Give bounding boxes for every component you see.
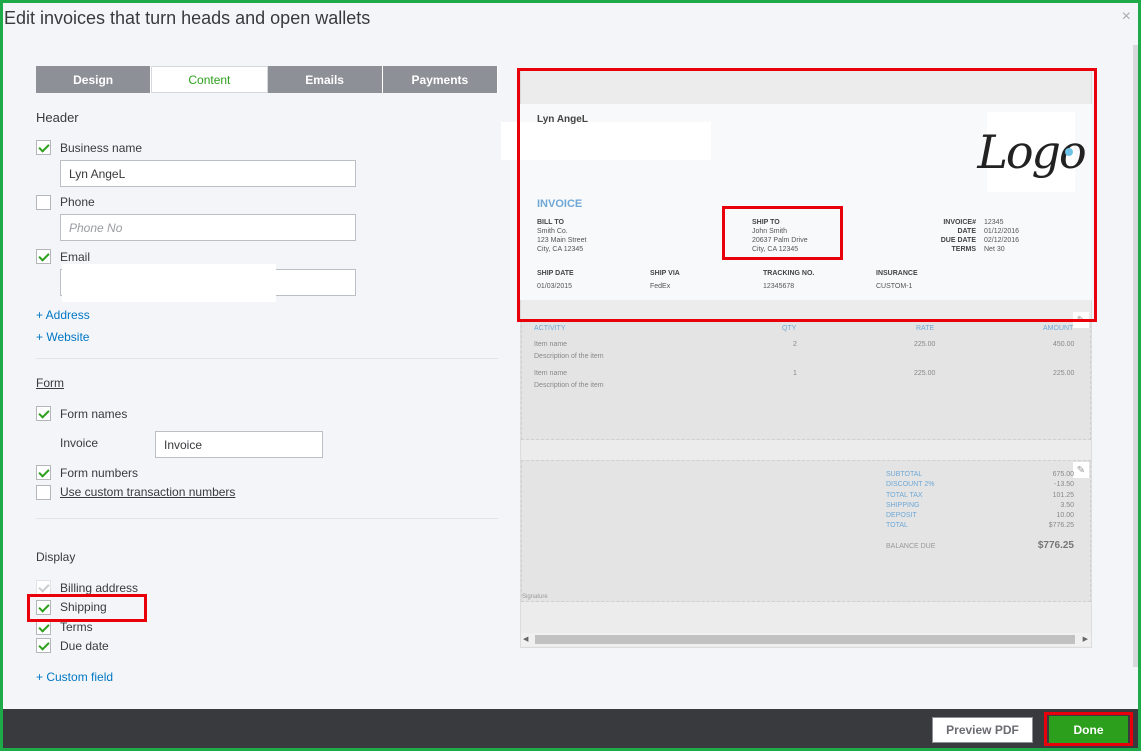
display-section-label: Display bbox=[36, 550, 76, 564]
business-name-checkbox[interactable] bbox=[36, 140, 51, 155]
invoice-label: Invoice bbox=[60, 436, 99, 450]
total-value: 675.00 bbox=[1052, 471, 1074, 478]
add-website-link[interactable]: + Website bbox=[36, 330, 89, 344]
dialog-title: Edit invoices that turn heads and open w… bbox=[4, 8, 371, 28]
balance-due-label: BALANCE DUE bbox=[886, 543, 936, 550]
total-label: SHIPPING bbox=[886, 502, 920, 509]
col-qty: QTY bbox=[782, 325, 797, 332]
highlight-preview-header bbox=[517, 68, 1097, 322]
row-qty: 2 bbox=[793, 341, 797, 348]
highlight-ship-to bbox=[722, 206, 843, 260]
vertical-scrollbar[interactable] bbox=[1133, 45, 1138, 667]
total-label: TOTAL TAX bbox=[886, 492, 923, 499]
preview-totals[interactable] bbox=[521, 460, 1091, 602]
row-rate: 225.00 bbox=[914, 341, 936, 348]
balance-due-value: $776.25 bbox=[1037, 540, 1074, 551]
section-divider bbox=[36, 518, 498, 519]
row-amount: 225.00 bbox=[1053, 370, 1075, 377]
add-custom-field-link[interactable]: + Custom field bbox=[36, 670, 113, 684]
terms-checkbox[interactable] bbox=[36, 620, 51, 635]
tab-design[interactable]: Design bbox=[36, 66, 152, 93]
form-section-label: Form bbox=[36, 376, 64, 390]
tab-content[interactable]: Content bbox=[151, 66, 268, 93]
email-checkbox[interactable] bbox=[36, 249, 51, 264]
business-name-label: Business name bbox=[60, 141, 143, 155]
signature-label: Signature bbox=[522, 594, 548, 600]
header-section-label: Header bbox=[36, 110, 79, 125]
phone-label: Phone bbox=[60, 195, 95, 209]
total-value: 101.25 bbox=[1052, 492, 1074, 499]
total-label: DEPOSIT bbox=[886, 512, 917, 519]
add-address-link[interactable]: + Address bbox=[36, 308, 90, 322]
form-numbers-checkbox[interactable] bbox=[36, 465, 51, 480]
due-date-checkbox[interactable] bbox=[36, 638, 51, 653]
total-label: DISCOUNT 2% bbox=[886, 481, 935, 488]
total-label: SUBTOTAL bbox=[886, 471, 923, 478]
custom-numbers-checkbox[interactable] bbox=[36, 485, 51, 500]
email-redaction bbox=[62, 264, 276, 302]
email-label: Email bbox=[60, 250, 91, 264]
terms-label: Terms bbox=[60, 620, 93, 634]
tab-payments[interactable]: Payments bbox=[382, 66, 498, 93]
total-value: 10.00 bbox=[1056, 512, 1074, 519]
tab-bar: Design Content Emails Payments bbox=[36, 66, 498, 93]
row-item-name: Item name bbox=[534, 370, 568, 377]
billing-address-checkbox[interactable] bbox=[36, 580, 51, 595]
row-amount: 450.00 bbox=[1053, 341, 1075, 348]
phone-checkbox[interactable] bbox=[36, 195, 51, 210]
col-rate: RATE bbox=[916, 325, 935, 332]
highlight-shipping bbox=[27, 594, 147, 622]
phone-input[interactable]: Phone No bbox=[60, 214, 356, 241]
close-icon[interactable]: × bbox=[1122, 8, 1131, 26]
form-numbers-label: Form numbers bbox=[60, 466, 139, 480]
edit-pencil-icon[interactable]: ✎ bbox=[1073, 462, 1089, 478]
scroll-right-icon[interactable]: ▶ bbox=[1083, 635, 1088, 643]
custom-numbers-label[interactable]: Use custom transaction numbers bbox=[60, 485, 235, 499]
business-name-input[interactable]: Lyn AngeL bbox=[60, 160, 356, 187]
row-item-name: Item name bbox=[534, 341, 568, 348]
form-name-input[interactable]: Invoice bbox=[155, 431, 323, 458]
preview-activity-table[interactable] bbox=[521, 320, 1091, 440]
scrollbar-thumb[interactable] bbox=[535, 635, 1075, 644]
row-item-desc: Description of the item bbox=[534, 382, 604, 389]
form-names-label: Form names bbox=[60, 407, 128, 421]
row-rate: 225.00 bbox=[914, 370, 936, 377]
preview-horizontal-scrollbar[interactable]: ◀ ▶ bbox=[521, 633, 1091, 646]
form-names-checkbox[interactable] bbox=[36, 406, 51, 421]
row-qty: 1 bbox=[793, 370, 797, 377]
preview-pdf-button[interactable]: Preview PDF bbox=[932, 717, 1033, 743]
row-item-desc: Description of the item bbox=[534, 353, 604, 360]
scroll-left-icon[interactable]: ◀ bbox=[523, 635, 528, 643]
billing-address-label: Billing address bbox=[60, 581, 139, 595]
col-amount: AMOUNT bbox=[1043, 325, 1074, 332]
total-label: TOTAL bbox=[886, 522, 908, 529]
highlight-done bbox=[1044, 712, 1133, 746]
tab-emails[interactable]: Emails bbox=[267, 66, 383, 93]
total-value: 3.50 bbox=[1060, 502, 1074, 509]
total-value: $776.25 bbox=[1048, 522, 1074, 529]
total-value: -13.50 bbox=[1054, 481, 1074, 488]
section-divider bbox=[36, 358, 498, 359]
col-activity: ACTIVITY bbox=[534, 325, 566, 332]
due-date-label: Due date bbox=[60, 639, 109, 653]
